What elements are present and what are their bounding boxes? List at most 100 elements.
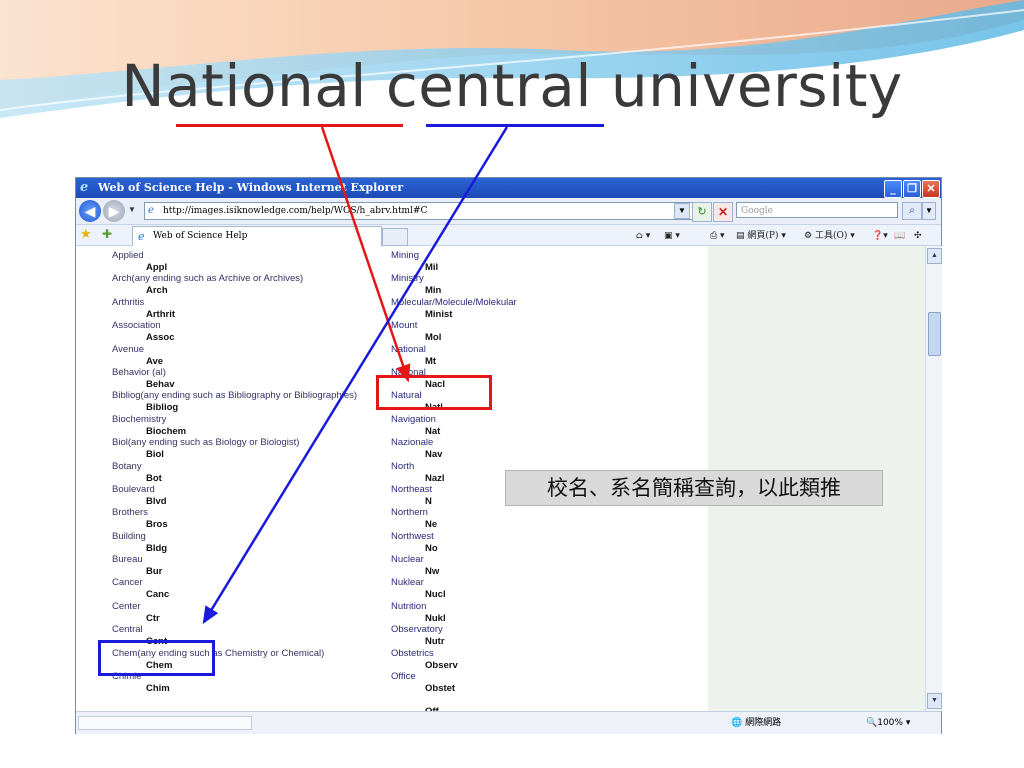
zoom-control[interactable]: 🔍100% ▾ <box>866 716 910 730</box>
scroll-down-icon[interactable]: ▼ <box>927 693 942 709</box>
right-term: Mining <box>391 250 419 261</box>
list-item: Avenue Ave <box>112 344 357 367</box>
right-term: Office <box>391 671 416 683</box>
window-title: Web of Science Help - Windows Internet E… <box>98 181 404 194</box>
slide-title: National central university <box>121 52 903 120</box>
list-item: North Nazl <box>391 461 517 484</box>
help-icon[interactable]: ❓▾ <box>872 228 888 244</box>
list-item: Bibliog(any ending such as Bibliography … <box>112 390 357 413</box>
refresh-button[interactable]: ↻ <box>692 202 712 222</box>
back-button[interactable]: ◀ <box>79 200 101 222</box>
vertical-scrollbar[interactable]: ▲ ▼ <box>925 246 942 711</box>
left-abbreviation: Ave <box>146 355 164 367</box>
left-term: Avenue <box>112 343 145 355</box>
right-term: Northeast <box>391 483 433 495</box>
page-menu[interactable]: ▤ 網頁(P) ▾ <box>736 228 786 244</box>
list-item: Mining Mil <box>391 250 517 273</box>
right-abbreviation: Min <box>425 285 442 297</box>
right-term: Northwest <box>391 530 434 542</box>
scroll-up-icon[interactable]: ▲ <box>927 248 942 264</box>
title-bar[interactable]: e Web of Science Help - Windows Internet… <box>76 178 941 198</box>
left-term: Botany <box>112 460 142 472</box>
right-term: Nuklear <box>391 577 424 589</box>
history-dropdown-icon[interactable]: ▼ <box>128 205 136 214</box>
right-abbreviation: No <box>425 542 438 554</box>
maximize-button[interactable]: ❐ <box>903 180 921 198</box>
list-item: Applied Appl <box>112 250 357 273</box>
favorites-star-icon[interactable]: ★ <box>80 227 92 242</box>
list-item: Association Assoc <box>112 320 357 343</box>
list-item: Brothers Bros <box>112 507 357 530</box>
research-icon[interactable]: 📖 <box>894 228 905 244</box>
list-item: Boulevard Blvd <box>112 484 357 507</box>
left-abbreviation: Bros <box>146 519 168 531</box>
right-abbreviation: Mt <box>425 355 437 367</box>
right-term: Nazionale <box>391 437 434 449</box>
left-term: Biochemistry <box>112 413 167 425</box>
list-item: Building Bldg <box>112 531 357 554</box>
address-dropdown-icon[interactable]: ▼ <box>674 203 690 219</box>
print-icon[interactable]: ⎙ ▾ <box>710 228 725 244</box>
right-term: Nutrition <box>391 600 427 612</box>
left-term: Arch(any ending such as Archive or Archi… <box>112 273 304 285</box>
stop-button[interactable]: ✕ <box>713 202 733 222</box>
tools-menu[interactable]: ⚙ 工具(O) ▾ <box>804 228 855 244</box>
right-term: Northern <box>391 507 428 519</box>
left-abbreviation: Canc <box>146 589 170 601</box>
right-term: Molecular/Molecule/Molekular <box>391 296 517 308</box>
status-progress <box>78 716 252 730</box>
list-item: Nuclear Nw <box>391 554 517 577</box>
address-url: http://images.isiknowledge.com/help/WOS/… <box>163 206 428 216</box>
list-item: Northeast N <box>391 484 517 507</box>
gear-icon: ⚙ <box>804 231 815 241</box>
home-icon[interactable]: ⌂ ▾ <box>636 228 650 244</box>
page-icon: e <box>148 205 154 216</box>
list-item: Molecular/Molecule/Molekular Minist <box>391 297 517 320</box>
national-underline <box>176 124 403 127</box>
left-term: Building <box>112 530 146 542</box>
right-term: Obstetrics <box>391 647 434 659</box>
search-input[interactable]: Google <box>736 202 898 218</box>
close-button[interactable]: ✕ <box>922 180 940 198</box>
right-abbreviation: Nav <box>425 449 443 461</box>
add-favorite-icon[interactable]: ✚ <box>102 227 112 241</box>
list-item: Center Ctr <box>112 601 357 624</box>
zoom-icon: 🔍 <box>866 718 878 728</box>
left-abbreviation: Bldg <box>146 542 168 554</box>
list-item: Nazionale Nav <box>391 437 517 460</box>
list-item: Bureau Bur <box>112 554 357 577</box>
left-term: Center <box>112 600 141 612</box>
list-item: Northern Ne <box>391 507 517 530</box>
search-options-icon[interactable]: ▼ <box>922 202 936 220</box>
feeds-icon[interactable]: ▣ ▾ <box>664 228 680 244</box>
right-abbreviation: Nutr <box>425 636 445 648</box>
address-toolbar: ◀ ▶ ▼ e http://images.isiknowledge.com/h… <box>76 198 941 225</box>
list-item: Off <box>391 694 517 711</box>
right-term <box>391 694 517 706</box>
left-term: Bibliog(any ending such as Bibliography … <box>112 390 358 402</box>
list-item: Arthritis Arthrit <box>112 297 357 320</box>
list-item: Northwest No <box>391 531 517 554</box>
left-term: Cancer <box>112 577 143 589</box>
messenger-icon[interactable]: ✣ <box>914 228 922 244</box>
new-tab-button[interactable] <box>382 228 408 246</box>
list-item: Observatory Nutr <box>391 624 517 647</box>
right-term: Ministry <box>391 273 424 285</box>
list-item: National Mt <box>391 344 517 367</box>
tools-menu-label: 工具(O) <box>814 231 848 241</box>
left-term: Central <box>112 624 143 636</box>
tab-web-of-science-help[interactable]: e Web of Science Help <box>132 226 382 246</box>
search-icon[interactable]: ⌕ <box>902 202 922 220</box>
address-bar[interactable]: e http://images.isiknowledge.com/help/WO… <box>144 202 694 220</box>
list-item: Behavior (al) Behav <box>112 367 357 390</box>
minimize-button[interactable]: _ <box>884 180 902 198</box>
right-abbreviation: N <box>425 495 432 507</box>
left-abbreviation: Appl <box>146 262 168 273</box>
scroll-thumb[interactable] <box>928 312 941 356</box>
list-item: Nutrition Nukl <box>391 601 517 624</box>
status-bar: 🌐 網際網路 🔍100% ▾ <box>76 711 941 734</box>
right-abbreviation: Observ <box>425 659 458 671</box>
list-item: Biochemistry Biochem <box>112 414 357 437</box>
zoom-level: 100% <box>877 718 903 728</box>
forward-button[interactable]: ▶ <box>103 200 125 222</box>
